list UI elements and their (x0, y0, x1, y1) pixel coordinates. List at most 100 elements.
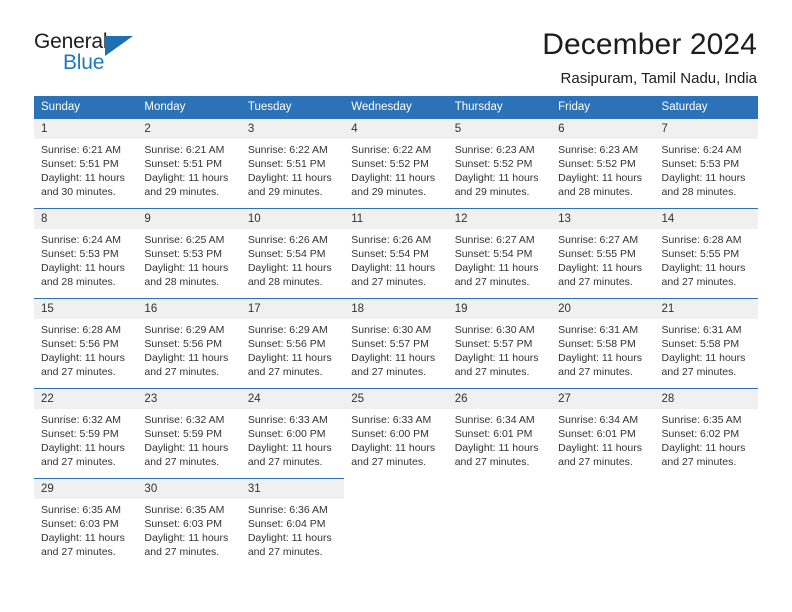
sunset-text: Sunset: 5:57 PM (454, 338, 533, 350)
day-details: Sunrise: 6:21 AM Sunset: 5:51 PM Daylight:… (137, 139, 240, 199)
day-details: Sunrise: 6:34 AM Sunset: 6:01 PM Daylight:… (448, 409, 551, 469)
day-details: Sunrise: 6:35 AM Sunset: 6:03 PM Daylight:… (137, 499, 240, 559)
sunset-text: Sunset: 5:56 PM (144, 338, 223, 350)
brand-logo[interactable]: General Blue (34, 28, 154, 80)
daylight-text-line1: Daylight: 11 hours (558, 352, 642, 364)
sunset-text: Sunset: 6:00 PM (351, 428, 429, 440)
day-cell[interactable]: 16 Sunrise: 6:29 AM Sunset: 5:56 PM Dayligh… (137, 298, 241, 389)
sunrise-text: Sunrise: 6:35 AM (144, 504, 225, 516)
sunset-text: Sunset: 6:01 PM (454, 428, 533, 440)
day-cell[interactable]: 21 Sunrise: 6:31 AM Sunset: 5:58 PM Dayligh… (654, 298, 758, 389)
day-cell[interactable]: 17 Sunrise: 6:29 AM Sunset: 5:56 PM Dayligh… (240, 298, 345, 389)
day-cell[interactable]: 10 Sunrise: 6:26 AM Sunset: 5:54 PM Dayligh… (240, 208, 345, 299)
day-number: 5 (447, 119, 552, 139)
sunset-text: Sunset: 5:57 PM (351, 338, 429, 350)
day-cell[interactable]: 5 Sunrise: 6:23 AM Sunset: 5:52 PM Daylight… (447, 118, 552, 209)
daylight-text-line2: and 27 minutes. (144, 456, 220, 468)
daylight-text-line2: and 30 minutes. (41, 186, 116, 198)
sunset-text: Sunset: 5:52 PM (454, 158, 533, 170)
day-number: 22 (34, 389, 138, 409)
day-cell[interactable]: 3 Sunrise: 6:22 AM Sunset: 5:51 PM Daylight… (240, 118, 345, 209)
day-cell[interactable]: 19 Sunrise: 6:30 AM Sunset: 5:57 PM Dayligh… (447, 298, 552, 389)
day-cell[interactable]: 20 Sunrise: 6:31 AM Sunset: 5:58 PM Dayligh… (551, 298, 655, 389)
day-cell[interactable]: 7 Sunrise: 6:24 AM Sunset: 5:53 PM Daylight… (654, 118, 758, 209)
day-cell[interactable]: 24 Sunrise: 6:33 AM Sunset: 6:00 PM Dayligh… (240, 388, 345, 479)
day-cell[interactable]: 2 Sunrise: 6:21 AM Sunset: 5:51 PM Daylight… (137, 118, 241, 209)
day-cell[interactable]: 28 Sunrise: 6:35 AM Sunset: 6:02 PM Dayligh… (654, 388, 758, 479)
day-number: 28 (654, 389, 758, 409)
page-subtitle: Rasipuram, Tamil Nadu, India (560, 70, 757, 87)
day-details: Sunrise: 6:26 AM Sunset: 5:54 PM Daylight:… (344, 229, 447, 289)
daylight-text-line1: Daylight: 11 hours (41, 262, 125, 274)
day-cell[interactable]: 9 Sunrise: 6:25 AM Sunset: 5:53 PM Daylight… (137, 208, 241, 299)
sunrise-text: Sunrise: 6:35 AM (661, 414, 742, 426)
day-cell[interactable]: 12 Sunrise: 6:27 AM Sunset: 5:54 PM Dayligh… (447, 208, 552, 299)
day-details: Sunrise: 6:35 AM Sunset: 6:02 PM Daylight:… (655, 409, 758, 469)
sunset-text: Sunset: 5:56 PM (247, 338, 326, 350)
daylight-text-line1: Daylight: 11 hours (558, 172, 642, 184)
calendar-body: 1 Sunrise: 6:21 AM Sunset: 5:51 PM Daylight… (34, 118, 758, 569)
day-cell-empty (344, 478, 448, 569)
sunset-text: Sunset: 5:51 PM (144, 158, 223, 170)
day-cell[interactable]: 1 Sunrise: 6:21 AM Sunset: 5:51 PM Daylight… (34, 118, 138, 209)
day-details: Sunrise: 6:21 AM Sunset: 5:51 PM Daylight:… (34, 139, 137, 199)
daylight-text-line1: Daylight: 11 hours (558, 442, 642, 454)
day-cell[interactable]: 15 Sunrise: 6:28 AM Sunset: 5:56 PM Dayligh… (34, 298, 138, 389)
day-cell[interactable]: 6 Sunrise: 6:23 AM Sunset: 5:52 PM Daylight… (551, 118, 655, 209)
day-cell[interactable]: 31 Sunrise: 6:36 AM Sunset: 6:04 PM Dayligh… (240, 478, 345, 569)
day-cell[interactable]: 14 Sunrise: 6:28 AM Sunset: 5:55 PM Dayligh… (654, 208, 758, 299)
daylight-text-line1: Daylight: 11 hours (144, 172, 229, 184)
day-cell[interactable]: 18 Sunrise: 6:30 AM Sunset: 5:57 PM Dayligh… (344, 298, 448, 389)
weekday-header-tuesday: Tuesday (240, 96, 345, 119)
day-number: 13 (551, 209, 655, 229)
day-cell[interactable]: 22 Sunrise: 6:32 AM Sunset: 5:59 PM Dayligh… (34, 388, 138, 479)
day-cell[interactable]: 25 Sunrise: 6:33 AM Sunset: 6:00 PM Dayligh… (344, 388, 448, 479)
sunrise-text: Sunrise: 6:29 AM (247, 324, 328, 336)
day-cell[interactable]: 29 Sunrise: 6:35 AM Sunset: 6:03 PM Dayligh… (34, 478, 138, 569)
weekday-header-friday: Friday (551, 96, 655, 119)
calendar-week-row: 15 Sunrise: 6:28 AM Sunset: 5:56 PM Dayligh… (34, 298, 758, 389)
title-block: December 2024 Rasipuram, Tamil Nadu, Ind… (542, 28, 758, 89)
day-details: Sunrise: 6:28 AM Sunset: 5:56 PM Daylight:… (34, 319, 137, 379)
day-cell[interactable]: 4 Sunrise: 6:22 AM Sunset: 5:52 PM Daylight… (344, 118, 448, 209)
day-cell[interactable]: 8 Sunrise: 6:24 AM Sunset: 5:53 PM Daylight… (34, 208, 138, 299)
day-details: Sunrise: 6:32 AM Sunset: 5:59 PM Daylight:… (137, 409, 240, 469)
calendar-week-row: 8 Sunrise: 6:24 AM Sunset: 5:53 PM Daylight… (34, 208, 758, 299)
day-number: 2 (137, 119, 241, 139)
daylight-text-line1: Daylight: 11 hours (144, 262, 229, 274)
sunset-text: Sunset: 5:58 PM (558, 338, 636, 350)
sunset-text: Sunset: 5:55 PM (558, 248, 636, 260)
daylight-text-line1: Daylight: 11 hours (454, 172, 539, 184)
day-details: Sunrise: 6:30 AM Sunset: 5:57 PM Daylight:… (448, 319, 551, 379)
day-number: 14 (654, 209, 758, 229)
day-cell[interactable]: 26 Sunrise: 6:34 AM Sunset: 6:01 PM Dayligh… (447, 388, 552, 479)
daylight-text-line2: and 28 minutes. (661, 186, 737, 198)
daylight-text-line1: Daylight: 11 hours (144, 532, 229, 544)
sunrise-text: Sunrise: 6:30 AM (351, 324, 432, 336)
sunset-text: Sunset: 5:51 PM (247, 158, 326, 170)
daylight-text-line2: and 28 minutes. (247, 276, 323, 288)
day-cell[interactable]: 30 Sunrise: 6:35 AM Sunset: 6:03 PM Dayligh… (137, 478, 241, 569)
daylight-text-line2: and 27 minutes. (454, 366, 530, 378)
sunrise-text: Sunrise: 6:27 AM (454, 234, 535, 246)
sunrise-text: Sunrise: 6:32 AM (41, 414, 121, 426)
day-details: Sunrise: 6:27 AM Sunset: 5:54 PM Daylight:… (448, 229, 551, 289)
daylight-text-line2: and 28 minutes. (144, 276, 220, 288)
day-cell[interactable]: 13 Sunrise: 6:27 AM Sunset: 5:55 PM Dayligh… (551, 208, 655, 299)
day-details: Sunrise: 6:33 AM Sunset: 6:00 PM Daylight:… (344, 409, 447, 469)
day-details: Sunrise: 6:29 AM Sunset: 5:56 PM Daylight:… (241, 319, 344, 379)
sunrise-text: Sunrise: 6:32 AM (144, 414, 225, 426)
day-details: Sunrise: 6:22 AM Sunset: 5:51 PM Daylight:… (241, 139, 344, 199)
sunset-text: Sunset: 5:59 PM (144, 428, 223, 440)
day-number: 31 (240, 479, 345, 499)
day-cell[interactable]: 27 Sunrise: 6:34 AM Sunset: 6:01 PM Dayligh… (551, 388, 655, 479)
sunrise-text: Sunrise: 6:34 AM (454, 414, 535, 426)
sunset-text: Sunset: 6:04 PM (247, 518, 326, 530)
sunrise-text: Sunrise: 6:26 AM (351, 234, 432, 246)
day-number: 20 (551, 299, 655, 319)
day-cell[interactable]: 11 Sunrise: 6:26 AM Sunset: 5:54 PM Dayligh… (344, 208, 448, 299)
daylight-text-line1: Daylight: 11 hours (351, 352, 436, 364)
sunset-text: Sunset: 5:53 PM (41, 248, 119, 260)
day-cell[interactable]: 23 Sunrise: 6:32 AM Sunset: 5:59 PM Dayligh… (137, 388, 241, 479)
daylight-text-line2: and 29 minutes. (247, 186, 323, 198)
